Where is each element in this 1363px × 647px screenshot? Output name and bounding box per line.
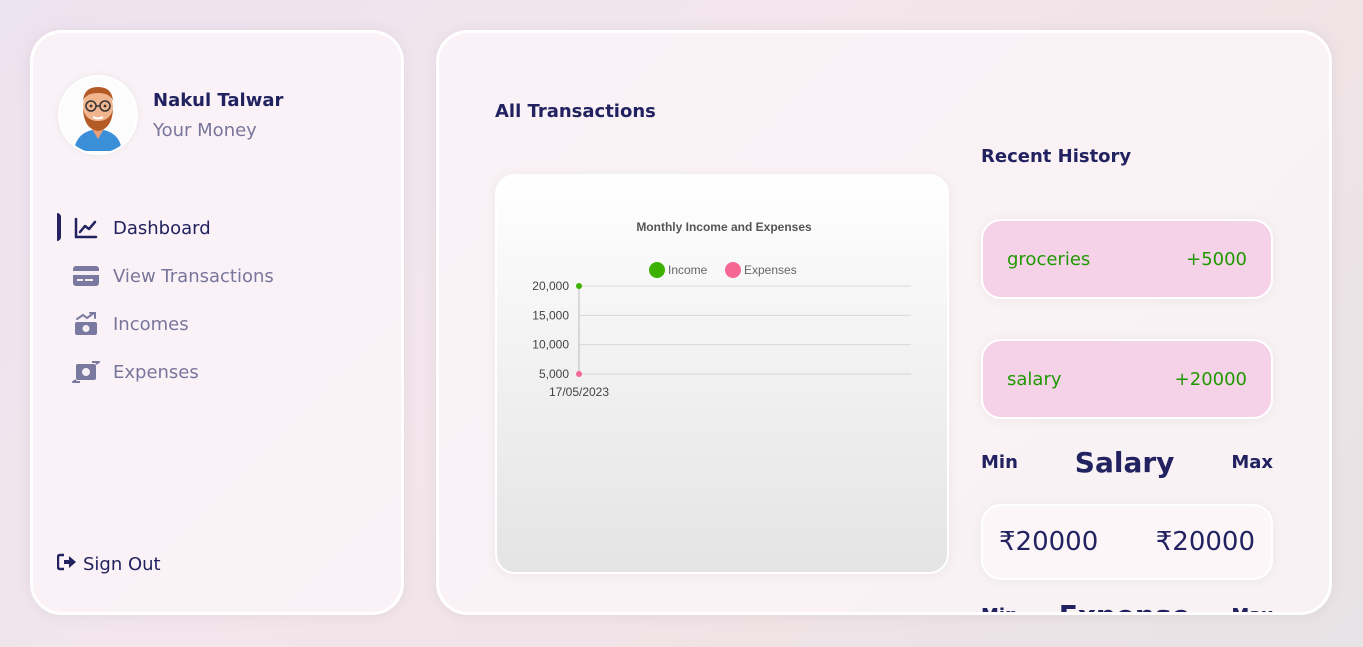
sign-out-label: Sign Out bbox=[83, 554, 161, 575]
legend-label-expenses: Expenses bbox=[744, 263, 797, 277]
chart-canvas: Monthly Income and Expenses Income Expense… bbox=[532, 220, 911, 399]
nav-item-label: Expenses bbox=[113, 361, 199, 383]
nav-item-label: Incomes bbox=[113, 313, 189, 335]
expense-min-label: Min bbox=[981, 605, 1018, 612]
history-item: salary +20000 bbox=[981, 339, 1273, 419]
nav-item-label: Dashboard bbox=[113, 217, 211, 239]
nav-item-incomes[interactable]: Incomes bbox=[57, 300, 377, 348]
salary-min-label: Min bbox=[981, 452, 1018, 473]
expense-range-header: Min Expense Max bbox=[981, 599, 1273, 612]
legend-marker-expenses bbox=[725, 262, 741, 278]
y-tick-label: 20,000 bbox=[532, 279, 569, 293]
nav-item-dashboard[interactable]: Dashboard bbox=[57, 204, 377, 252]
salary-range-values: ₹20000 ₹20000 bbox=[981, 504, 1273, 580]
main-content: All Transactions Monthly Income and Expe… bbox=[436, 30, 1332, 615]
sign-out-button[interactable]: Sign Out bbox=[56, 553, 161, 576]
history-item-amount: +20000 bbox=[1174, 368, 1247, 390]
credit-card-icon bbox=[72, 264, 100, 288]
legend-label-income: Income bbox=[668, 263, 708, 277]
history-item-title: salary bbox=[1007, 368, 1062, 390]
profile-subtitle: Your Money bbox=[153, 120, 257, 141]
y-tick-label: 15,000 bbox=[532, 308, 569, 322]
recent-history-title: Recent History bbox=[981, 146, 1132, 167]
salary-max-value: ₹20000 bbox=[1155, 527, 1255, 557]
history-item-title: groceries bbox=[1007, 248, 1091, 270]
transactions-chart: Monthly Income and Expenses Income Expense… bbox=[495, 174, 949, 574]
salary-title: Salary bbox=[1074, 446, 1175, 479]
nav-menu: Dashboard View Transactions Incomes Expe… bbox=[57, 204, 377, 396]
profile-name: Nakul Talwar bbox=[153, 90, 284, 111]
money-bill-trend-up-icon bbox=[72, 312, 100, 336]
salary-range-header: Min Salary Max bbox=[981, 446, 1273, 479]
y-tick-label: 5,000 bbox=[539, 367, 569, 381]
chart-title: Monthly Income and Expenses bbox=[636, 220, 812, 234]
nav-item-expenses[interactable]: Expenses bbox=[57, 348, 377, 396]
salary-min-value: ₹20000 bbox=[999, 527, 1099, 557]
sign-out-icon bbox=[56, 553, 77, 576]
avatar bbox=[58, 75, 138, 155]
nav-item-view-transactions[interactable]: View Transactions bbox=[57, 252, 377, 300]
legend-marker-income bbox=[649, 262, 665, 278]
data-point-income bbox=[576, 283, 582, 289]
money-bill-transfer-icon bbox=[72, 360, 100, 384]
chart-line-icon bbox=[72, 216, 100, 240]
history-item: groceries +5000 bbox=[981, 219, 1273, 299]
y-tick-label: 10,000 bbox=[532, 338, 569, 352]
nav-item-label: View Transactions bbox=[113, 265, 274, 287]
history-item-amount: +5000 bbox=[1186, 248, 1247, 270]
active-indicator bbox=[57, 213, 61, 241]
expense-title: Expense bbox=[1059, 599, 1191, 612]
sidebar: Nakul Talwar Your Money Dashboard View T… bbox=[30, 30, 404, 615]
expense-max-label: Max bbox=[1231, 605, 1273, 612]
salary-max-label: Max bbox=[1231, 452, 1273, 473]
x-tick-label: 17/05/2023 bbox=[549, 385, 609, 399]
avatar-image bbox=[74, 87, 122, 151]
page-title: All Transactions bbox=[495, 101, 656, 122]
data-point-expenses bbox=[576, 371, 582, 377]
